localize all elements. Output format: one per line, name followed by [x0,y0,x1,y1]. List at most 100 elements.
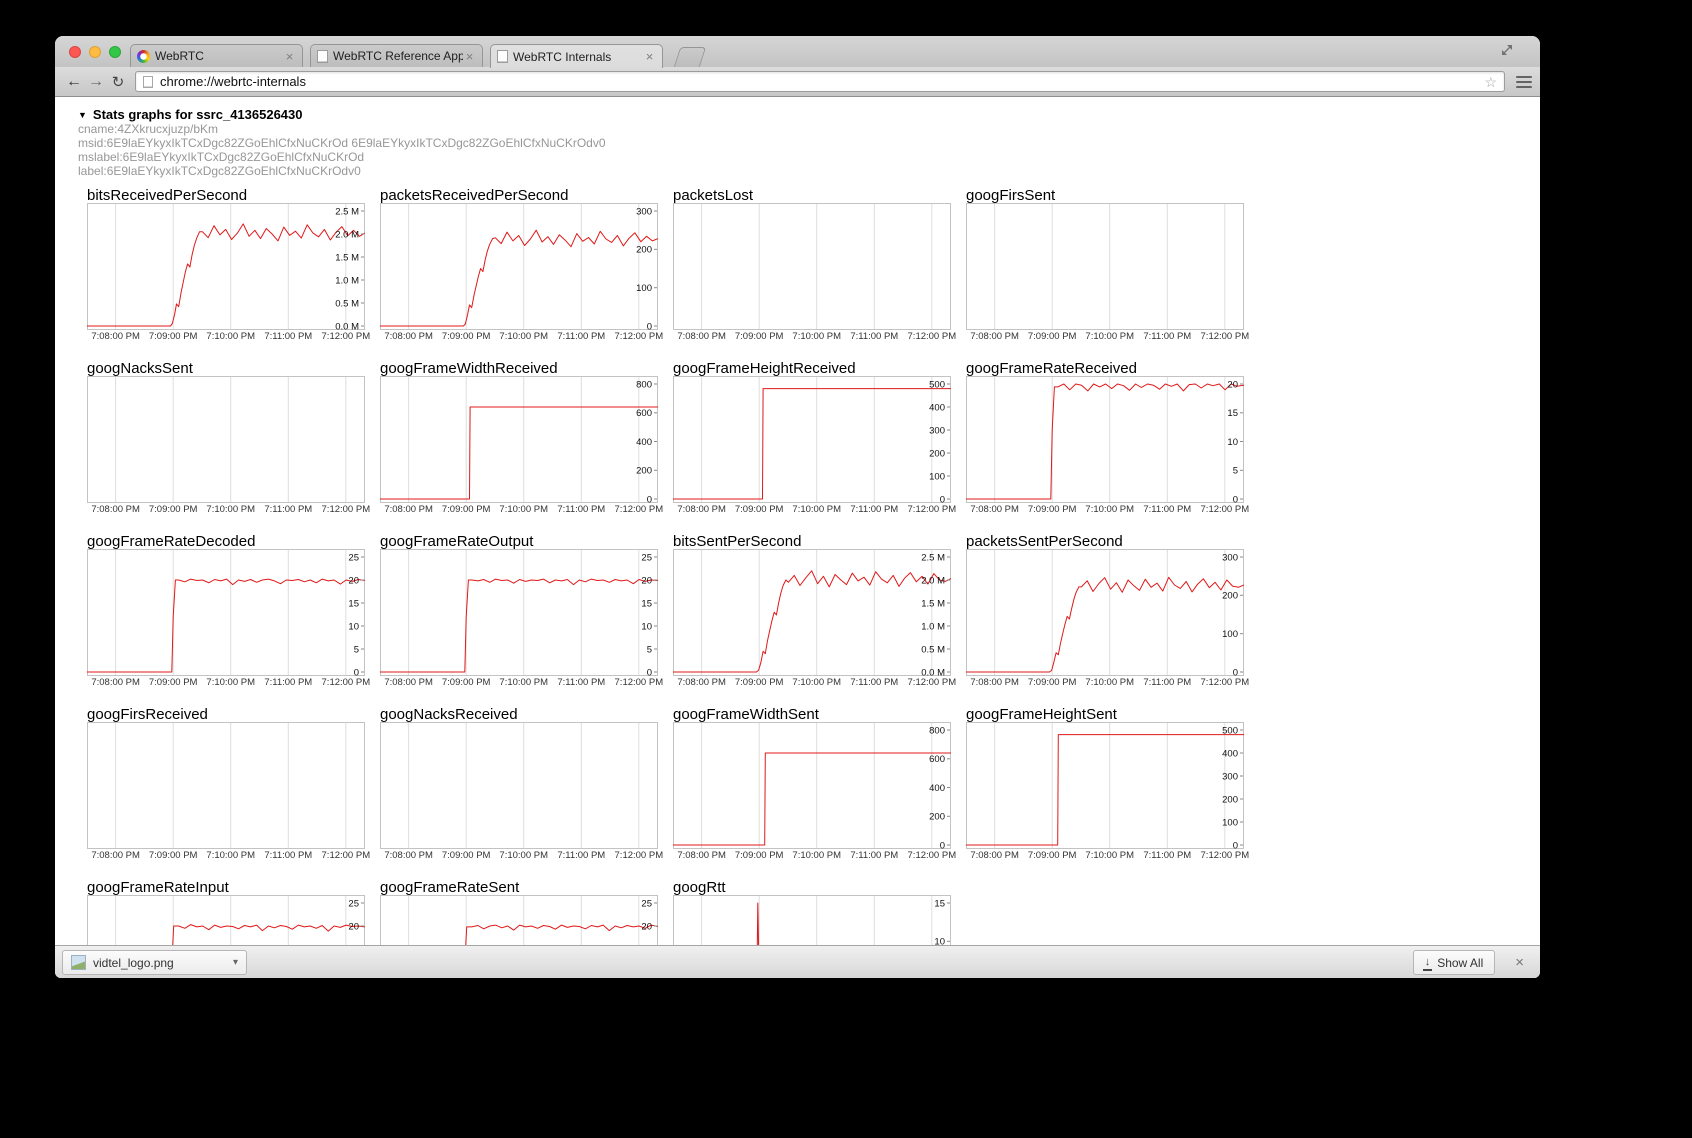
chart-googFrameRateDecoded: googFrameRateDecoded25201510507:08:00 PM… [87,534,365,689]
x-tick-label: 7:08:00 PM [384,850,433,861]
y-tick-label: 5 [354,644,359,655]
address-bar[interactable]: chrome://webrtc-internals ☆ [135,71,1505,92]
chart-title: googNacksSent [87,361,365,376]
x-tick-label: 7:11:00 PM [850,850,898,861]
x-tick-label: 7:09:00 PM [735,504,784,515]
x-tick-label: 7:10:00 PM [1085,850,1134,861]
chart-plot: 5004003002001000 [966,722,1244,849]
x-tick-label: 7:12:00 PM [1201,677,1250,688]
y-tick-label: 200 [929,448,945,459]
x-tick-label: 7:08:00 PM [970,677,1019,688]
x-tick-label: 7:08:00 PM [91,331,140,342]
chart-x-axis: 7:08:00 PM7:09:00 PM7:10:00 PM7:11:00 PM… [380,330,658,343]
msid-text: msid:6E9laEYkyxIkTCxDgc82ZGoEhlCfxNuCKrO… [78,136,606,150]
y-tick-label: 0.0 M [335,321,359,330]
chart-plot: 5004003002001000 [673,376,951,503]
y-tick-label: 300 [1222,552,1238,563]
x-tick-label: 7:08:00 PM [677,677,726,688]
y-tick-label: 200 [1222,794,1238,805]
y-tick-label: 500 [929,379,945,390]
desktop-background: WebRTC × WebRTC Reference App × WebRTC I… [0,0,1692,1138]
close-shelf-icon[interactable]: × [1513,955,1526,970]
chart-plot: 2.5 M2.0 M1.5 M1.0 M0.5 M0.0 M [673,549,951,676]
x-tick-label: 7:10:00 PM [206,677,255,688]
chart-plot: 20151050 [966,376,1244,503]
y-tick-label: 20 [641,921,652,932]
stats-section-title[interactable]: ▼ Stats graphs for ssrc_4136526430 [78,107,606,122]
y-tick-label: 2.0 M [921,575,945,586]
tab-close-icon[interactable]: × [283,50,296,63]
download-item[interactable]: vidtel_logo.png ▾ [62,950,247,975]
y-tick-label: 200 [1222,591,1238,602]
bookmark-star-icon[interactable]: ☆ [1484,75,1497,89]
tab-close-icon[interactable]: × [643,50,656,63]
reload-button[interactable]: ↻ [107,73,129,91]
show-all-button[interactable]: ↓ Show All [1413,950,1496,975]
tab-webrtc[interactable]: WebRTC × [130,44,303,67]
charts-grid: bitsReceivedPerSecond2.5 M2.0 M1.5 M1.0 … [87,188,1244,945]
x-tick-label: 7:12:00 PM [615,850,664,861]
chart-title: googFrameWidthSent [673,707,951,722]
zoom-window-button[interactable] [109,46,121,58]
menu-icon[interactable] [1516,76,1532,88]
chart-plot [380,722,658,849]
download-arrow-icon: ↓ [1425,957,1431,968]
minimize-window-button[interactable] [89,46,101,58]
chevron-down-icon[interactable]: ▾ [233,957,238,968]
chart-title: googFirsSent [966,188,1244,203]
y-tick-label: 0 [647,321,652,330]
browser-window: WebRTC × WebRTC Reference App × WebRTC I… [55,36,1540,978]
x-tick-label: 7:11:00 PM [557,331,605,342]
y-tick-label: 0.0 M [921,667,945,676]
x-tick-label: 7:12:00 PM [615,331,664,342]
x-tick-label: 7:11:00 PM [850,331,898,342]
x-tick-label: 7:11:00 PM [1143,677,1191,688]
chart-x-axis: 7:08:00 PM7:09:00 PM7:10:00 PM7:11:00 PM… [966,503,1244,516]
y-tick-label: 0 [940,840,945,849]
x-tick-label: 7:12:00 PM [908,331,957,342]
y-tick-label: 0 [647,494,652,503]
y-tick-label: 400 [929,783,945,794]
tab-webrtc-internals[interactable]: WebRTC Internals × [490,44,663,68]
chart-title: googFrameRateDecoded [87,534,365,549]
x-tick-label: 7:09:00 PM [149,850,198,861]
y-tick-label: 100 [1222,817,1238,828]
y-tick-label: 2.5 M [921,552,945,563]
y-tick-label: 0.5 M [921,644,945,655]
y-tick-label: 20 [348,921,359,932]
chart-title: googFrameRateInput [87,880,365,895]
x-tick-label: 7:11:00 PM [264,504,312,515]
x-tick-label: 7:10:00 PM [206,504,255,515]
y-tick-label: 0 [647,667,652,676]
y-tick-label: 100 [929,471,945,482]
chart-googFirsSent: googFirsSent 7:08:00 PM7:09:00 PM7:10:00 … [966,188,1244,343]
tab-webrtc-reference-app[interactable]: WebRTC Reference App × [310,44,483,67]
x-tick-label: 7:12:00 PM [908,677,957,688]
chart-x-axis: 7:08:00 PM7:09:00 PM7:10:00 PM7:11:00 PM… [966,330,1244,343]
mslabel-text: mslabel:6E9laEYkyxIkTCxDgc82ZGoEhlCfxNuC… [78,150,606,164]
y-tick-label: 0 [354,667,359,676]
x-tick-label: 7:09:00 PM [1028,504,1077,515]
forward-button[interactable]: → [85,73,107,91]
y-tick-label: 0 [940,494,945,503]
x-tick-label: 7:08:00 PM [91,504,140,515]
tab-close-icon[interactable]: × [463,50,476,63]
chart-plot: 2520151050 [87,895,365,945]
back-button[interactable]: ← [63,73,85,91]
x-tick-label: 7:08:00 PM [384,677,433,688]
chart-googFrameHeightReceived: googFrameHeightReceived50040030020010007… [673,361,951,516]
y-tick-label: 400 [636,437,652,448]
x-tick-label: 7:08:00 PM [677,504,726,515]
chart-x-axis: 7:08:00 PM7:09:00 PM7:10:00 PM7:11:00 PM… [87,849,365,862]
close-window-button[interactable] [69,46,81,58]
x-tick-label: 7:10:00 PM [499,331,548,342]
chart-googFrameRateReceived: googFrameRateReceived201510507:08:00 PM7… [966,361,1244,516]
browser-toolbar: ← → ↻ chrome://webrtc-internals ☆ [55,67,1540,97]
y-tick-label: 25 [348,898,359,909]
chart-x-axis: 7:08:00 PM7:09:00 PM7:10:00 PM7:11:00 PM… [966,676,1244,689]
url-text: chrome://webrtc-internals [160,74,306,89]
new-tab-button[interactable] [674,47,706,67]
chart-plot [87,376,365,503]
chart-x-axis: 7:08:00 PM7:09:00 PM7:10:00 PM7:11:00 PM… [380,676,658,689]
fullscreen-icon[interactable] [1500,43,1514,57]
